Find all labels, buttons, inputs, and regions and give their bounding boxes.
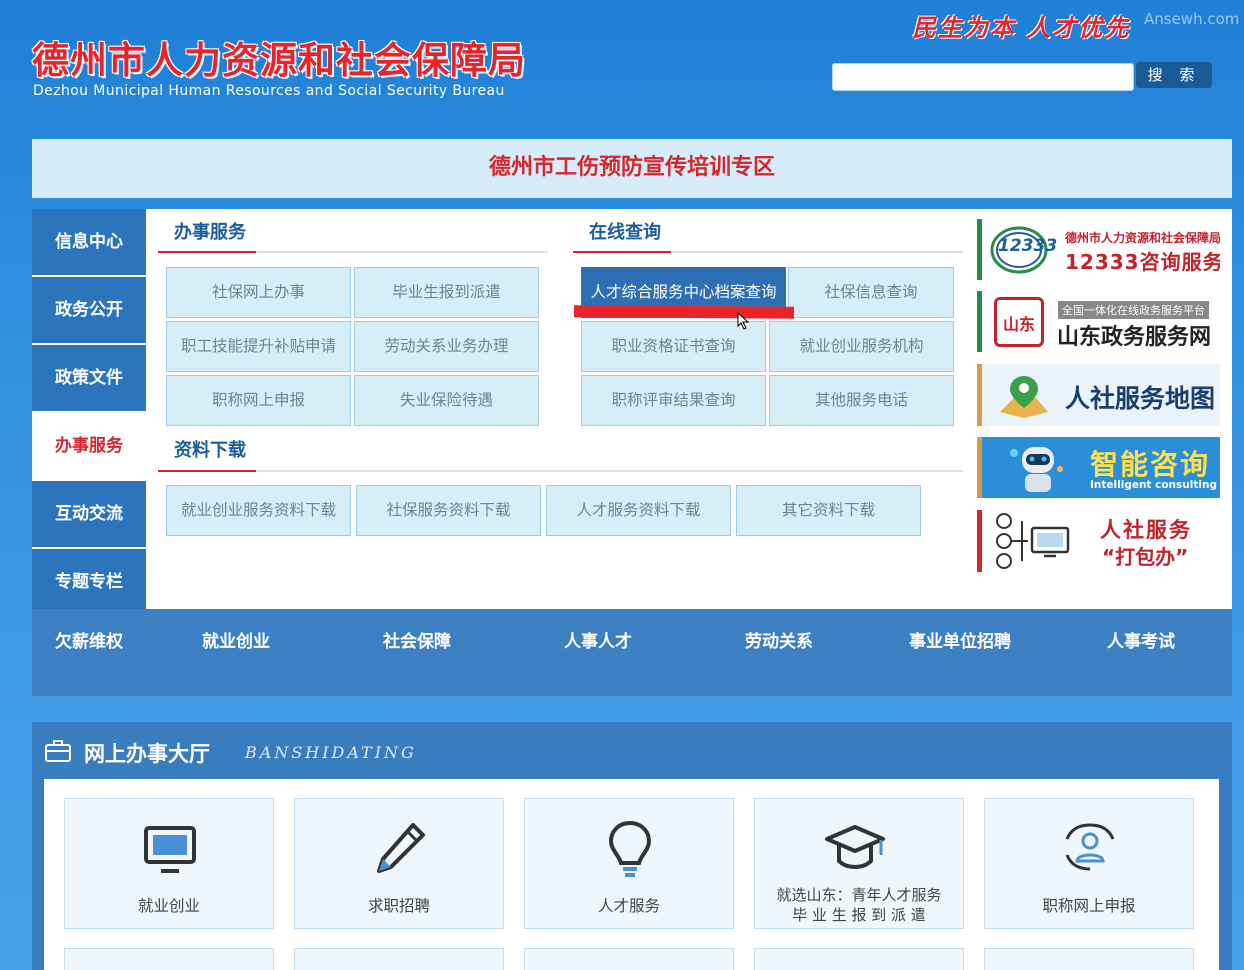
ad-service-map[interactable]: 人社服务地图 — [977, 364, 1220, 426]
hall-title: 网上办事大厅 — [84, 742, 210, 766]
section-heading-downloads: 资料下载 — [174, 440, 246, 461]
query-button[interactable]: 社保信息查询 — [788, 267, 954, 318]
ad-package-service[interactable]: 人社服务 “打包办” — [977, 510, 1220, 572]
site-subtitle: Dezhou Municipal Human Resources and Soc… — [33, 83, 505, 99]
query-button[interactable]: 职称评审结果查询 — [581, 375, 766, 426]
service-button[interactable]: 社保网上办事 — [166, 267, 351, 318]
ad-12333-hotline[interactable]: 12333 德州市人力资源和社会保障局 12333咨询服务 — [977, 219, 1220, 280]
ai-name: 智能咨询 — [1090, 448, 1211, 481]
service-button[interactable]: 劳动关系业务办理 — [354, 321, 539, 372]
download-button[interactable]: 其它资料下载 — [736, 485, 921, 536]
hall-card-partial[interactable] — [64, 948, 274, 970]
hotline-logo-number: 12333 — [998, 236, 1058, 256]
query-button[interactable]: 其他服务电话 — [769, 375, 954, 426]
hall-card-title-application[interactable]: 职称网上申报 — [984, 798, 1194, 929]
card-label: 就业创业 — [137, 897, 200, 915]
briefcase-icon — [45, 740, 71, 762]
section-heading-services: 办事服务 — [174, 222, 246, 243]
category-nav-item[interactable]: 劳动关系 — [745, 627, 813, 652]
shandong-name: 山东政务服务网 — [1057, 325, 1212, 350]
search-button[interactable]: 搜 索 — [1136, 62, 1212, 88]
hall-card-partial[interactable] — [984, 948, 1194, 970]
service-button[interactable]: 毕业生报到派遣 — [354, 267, 539, 318]
map-pin-icon — [1000, 376, 1048, 418]
card-label: 职称网上申报 — [1042, 897, 1136, 915]
category-nav-item[interactable]: 人事考试 — [1107, 627, 1175, 652]
ad-intelligent-consulting[interactable]: 智能咨询 Intelligent consulting — [977, 437, 1220, 498]
hall-subtitle: BANSHIDATING — [245, 743, 417, 762]
pack-line-1: 人社服务 — [1100, 518, 1192, 542]
hall-card-graduate[interactable]: 就选山东：青年人才服务 毕 业 生 报 到 派 遣 — [754, 798, 964, 929]
shandong-seal-icon: 山东 — [994, 297, 1044, 347]
hall-card-employment[interactable]: 就业创业 — [64, 798, 274, 929]
card-label-secondary: 毕 业 生 报 到 派 遣 — [792, 906, 926, 924]
side-nav-item-policy[interactable]: 政策文件 — [32, 345, 146, 411]
side-nav-item-services[interactable]: 办事服务 — [32, 413, 146, 479]
hotline-org: 德州市人力资源和社会保障局 — [1065, 231, 1220, 245]
pack-line-2: “打包办” — [1102, 545, 1189, 569]
hall-card-partial[interactable] — [294, 948, 504, 970]
download-button[interactable]: 人才服务资料下载 — [546, 485, 731, 536]
map-name: 人社服务地图 — [1065, 384, 1216, 413]
service-button[interactable]: 职称网上申报 — [166, 375, 351, 426]
card-label: 求职招聘 — [367, 897, 430, 915]
slogan: 民生为本 人才优先 — [912, 13, 1131, 42]
download-button[interactable]: 就业创业服务资料下载 — [166, 485, 351, 536]
download-button[interactable]: 社保服务资料下载 — [356, 485, 541, 536]
hall-card-talent[interactable]: 人才服务 — [524, 798, 734, 929]
lightbulb-icon — [608, 820, 652, 877]
section-accent — [158, 470, 256, 472]
card-label: 人才服务 — [597, 897, 660, 915]
side-nav: 信息中心 政务公开 政策文件 办事服务 互动交流 专题专栏 — [32, 209, 146, 609]
red-annotation-underline — [573, 305, 795, 319]
user-badge-icon — [1065, 823, 1115, 871]
category-nav-item[interactable]: 就业创业 — [202, 627, 270, 652]
section-accent — [158, 251, 256, 253]
ai-en: Intelligent consulting — [1090, 479, 1217, 491]
category-nav-bar — [32, 609, 1232, 696]
site-title[interactable]: 德州市人力资源和社会保障局 — [32, 30, 526, 84]
ad-shandong-gov-service[interactable]: 山东 全国一体化在线政务服务平台 山东政务服务网 — [977, 291, 1220, 352]
section-heading-online-query: 在线查询 — [589, 222, 661, 243]
shandong-platform-label: 全国一体化在线政务服务平台 — [1058, 301, 1209, 319]
service-button[interactable]: 职工技能提升补贴申请 — [166, 321, 351, 372]
section-divider — [158, 470, 963, 472]
card-label: 就选山东：青年人才服务 — [776, 886, 942, 904]
robot-icon — [1010, 447, 1063, 492]
search-input[interactable] — [832, 63, 1134, 91]
computer-service-icon — [996, 513, 1070, 569]
banner-link[interactable]: 德州市工伤预防宣传培训专区 — [32, 139, 1232, 198]
hall-card-partial[interactable] — [524, 948, 734, 970]
hotline-service: 12333咨询服务 — [1065, 250, 1220, 274]
mouse-cursor-icon — [737, 312, 750, 330]
category-nav-item[interactable]: 人事人才 — [564, 627, 632, 652]
side-nav-item-info-center[interactable]: 信息中心 — [32, 209, 146, 275]
service-button[interactable]: 失业保险待遇 — [354, 375, 539, 426]
hall-card-recruitment[interactable]: 求职招聘 — [294, 798, 504, 929]
category-nav-item[interactable]: 事业单位招聘 — [909, 627, 1011, 652]
query-button[interactable]: 就业创业服务机构 — [769, 321, 954, 372]
pencil-icon — [377, 823, 425, 873]
section-accent — [573, 251, 671, 253]
graduation-cap-icon — [825, 825, 885, 869]
monitor-icon — [144, 826, 196, 873]
side-nav-item-interaction[interactable]: 互动交流 — [32, 481, 146, 547]
watermark: Ansewh.com — [1144, 10, 1240, 28]
side-nav-item-topics[interactable]: 专题专栏 — [32, 549, 146, 609]
category-nav-item[interactable]: 欠薪维权 — [55, 627, 123, 652]
side-nav-item-gov-affairs[interactable]: 政务公开 — [32, 277, 146, 343]
hall-card-partial[interactable] — [754, 948, 964, 970]
category-nav-item[interactable]: 社会保障 — [383, 627, 451, 652]
